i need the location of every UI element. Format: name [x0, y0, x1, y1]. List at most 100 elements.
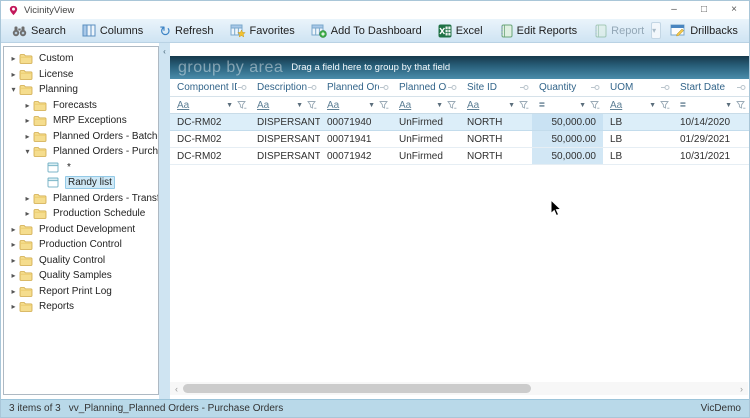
tree-item-planned-orders-purchase-orders[interactable]: ▾ Planned Orders - Purchase Orders — [4, 144, 158, 160]
cell-planned-order-st[interactable]: UnFirmed — [392, 148, 460, 165]
text-filter-icon[interactable]: Aa — [399, 100, 436, 111]
pin-icon[interactable] — [736, 83, 746, 92]
tree-item-report-print-log[interactable]: ▸ Report Print Log — [4, 284, 158, 300]
tree-item-custom[interactable]: ▸ Custom — [4, 51, 158, 67]
expand-arrow-icon[interactable]: ▸ — [8, 70, 19, 79]
pin-icon[interactable] — [447, 83, 457, 92]
expand-arrow-icon[interactable]: ▸ — [8, 287, 19, 296]
expand-arrow-icon[interactable]: ▸ — [22, 209, 33, 218]
filter-funnel-icon[interactable] — [447, 100, 457, 110]
edit-reports-button[interactable]: Edit Reports — [492, 20, 585, 42]
expand-arrow-icon[interactable]: ▸ — [8, 240, 19, 249]
cell-uom[interactable]: LB — [603, 131, 673, 148]
equals-filter-icon[interactable]: = — [539, 100, 579, 111]
favorites-button[interactable]: Favorites — [223, 20, 302, 42]
cell-description[interactable]: DISPERSANT — [250, 148, 320, 165]
filter-dropdown-icon[interactable]: ▼ — [649, 102, 656, 109]
cell-uom[interactable]: LB — [603, 114, 673, 131]
add-to-dashboard-button[interactable]: Add To Dashboard — [304, 20, 429, 42]
text-filter-icon[interactable]: Aa — [177, 100, 226, 111]
tree-item-license[interactable]: ▸ License — [4, 67, 158, 83]
columns-button[interactable]: Columns — [75, 20, 150, 42]
cell-site-id[interactable]: NORTH — [460, 148, 532, 165]
filter-funnel-icon[interactable] — [237, 100, 247, 110]
filter-funnel-icon[interactable] — [590, 100, 600, 110]
expand-arrow-icon[interactable]: ▸ — [8, 54, 19, 63]
column-header-description[interactable]: Description — [250, 79, 320, 97]
column-header-start-date[interactable]: Start Date — [673, 79, 749, 97]
expand-arrow-icon[interactable]: ▸ — [8, 225, 19, 234]
cell-description[interactable]: DISPERSANT — [250, 114, 320, 131]
filter-cell-uom[interactable]: Aa ▼ — [603, 97, 673, 114]
filter-dropdown-icon[interactable]: ▼ — [296, 102, 303, 109]
cell-start-date[interactable]: 10/31/2021 — [673, 148, 749, 165]
group-by-bar[interactable]: group by area Drag a field here to group… — [170, 56, 749, 79]
column-header-planned-order-n[interactable]: Planned Order N — [320, 79, 392, 97]
scrollbar-track[interactable] — [183, 384, 735, 394]
cell-start-date[interactable]: 01/29/2021 — [673, 131, 749, 148]
expand-arrow-icon[interactable]: ▸ — [22, 194, 33, 203]
cell-planned-order-n[interactable]: 00071942 — [320, 148, 392, 165]
filter-cell-quantity[interactable]: = ▼ — [532, 97, 603, 114]
scrollbar-thumb[interactable] — [183, 384, 531, 393]
expand-arrow-icon[interactable]: ▸ — [22, 101, 33, 110]
tree-item-forecasts[interactable]: ▸ Forecasts — [4, 98, 158, 114]
pin-icon[interactable] — [519, 83, 529, 92]
tree-item-production-control[interactable]: ▸ Production Control — [4, 237, 158, 253]
text-filter-icon[interactable]: Aa — [327, 100, 368, 111]
text-filter-icon[interactable]: Aa — [610, 100, 649, 111]
column-header-site-id[interactable]: Site ID — [460, 79, 532, 97]
cell-quantity[interactable]: 50,000.00 — [532, 148, 603, 165]
column-header-planned-order-st[interactable]: Planned Order St — [392, 79, 460, 97]
cell-planned-order-st[interactable]: UnFirmed — [392, 131, 460, 148]
cell-quantity[interactable]: 50,000.00 — [532, 114, 603, 131]
drillbacks-button[interactable]: Drillbacks — [663, 20, 745, 42]
filter-cell-start-date[interactable]: = ▼ — [673, 97, 749, 114]
collapse-arrow-icon[interactable]: ▾ — [22, 147, 33, 156]
expand-arrow-icon[interactable]: ▸ — [22, 116, 33, 125]
pin-icon[interactable] — [660, 83, 670, 92]
filter-dropdown-icon[interactable]: ▼ — [436, 102, 443, 109]
tree-item-quality-samples[interactable]: ▸ Quality Samples — [4, 268, 158, 284]
tree-item-reports[interactable]: ▸ Reports — [4, 299, 158, 315]
maximize-button[interactable]: □ — [689, 1, 719, 19]
tree-item-production-schedule[interactable]: ▸ Production Schedule — [4, 206, 158, 222]
horizontal-scrollbar[interactable]: ‹ › — [170, 382, 748, 395]
minimize-button[interactable]: – — [659, 1, 689, 19]
tree-item-mrp-exceptions[interactable]: ▸ MRP Exceptions — [4, 113, 158, 129]
cell-planned-order-st[interactable]: UnFirmed — [392, 114, 460, 131]
expand-arrow-icon[interactable]: ▸ — [8, 256, 19, 265]
filter-cell-component-id[interactable]: Aa ▼ — [170, 97, 250, 114]
pin-icon[interactable] — [237, 83, 247, 92]
filter-cell-planned-order-st[interactable]: Aa ▼ — [392, 97, 460, 114]
filter-dropdown-icon[interactable]: ▼ — [725, 102, 732, 109]
filter-cell-site-id[interactable]: Aa ▼ — [460, 97, 532, 114]
equals-filter-icon[interactable]: = — [680, 100, 725, 111]
tree-item-planned-orders-batches[interactable]: ▸ Planned Orders - Batches — [4, 129, 158, 145]
filter-cell-description[interactable]: Aa ▼ — [250, 97, 320, 114]
filter-cell-planned-order-n[interactable]: Aa ▼ — [320, 97, 392, 114]
filter-dropdown-icon[interactable]: ▼ — [226, 102, 233, 109]
column-header-component-id[interactable]: Component ID — [170, 79, 250, 97]
filter-funnel-icon[interactable] — [660, 100, 670, 110]
cell-planned-order-n[interactable]: 00071941 — [320, 131, 392, 148]
panel-splitter[interactable]: ‹ — [159, 43, 170, 399]
report-combo[interactable]: ▾ — [651, 22, 662, 39]
cell-start-date[interactable]: 10/14/2020 — [673, 114, 749, 131]
tree-item-quality-control[interactable]: ▸ Quality Control — [4, 253, 158, 269]
pin-icon[interactable] — [307, 83, 317, 92]
column-header-quantity[interactable]: Quantity — [532, 79, 603, 97]
text-filter-icon[interactable]: Aa — [467, 100, 508, 111]
filter-dropdown-icon[interactable]: ▼ — [368, 102, 375, 109]
cell-site-id[interactable]: NORTH — [460, 131, 532, 148]
pin-icon[interactable] — [590, 83, 600, 92]
search-button[interactable]: Search — [5, 20, 73, 42]
filter-funnel-icon[interactable] — [307, 100, 317, 110]
pin-icon[interactable] — [379, 83, 389, 92]
close-button[interactable]: × — [719, 1, 749, 19]
tree-item-planned-orders-transfers[interactable]: ▸ Planned Orders - Transfers — [4, 191, 158, 207]
cell-component-id[interactable]: DC-RM02 — [170, 131, 250, 148]
cell-component-id[interactable]: DC-RM02 — [170, 148, 250, 165]
tree-item-item[interactable]: * — [4, 160, 158, 176]
refresh-button[interactable]: ↻ Refresh — [152, 20, 220, 42]
